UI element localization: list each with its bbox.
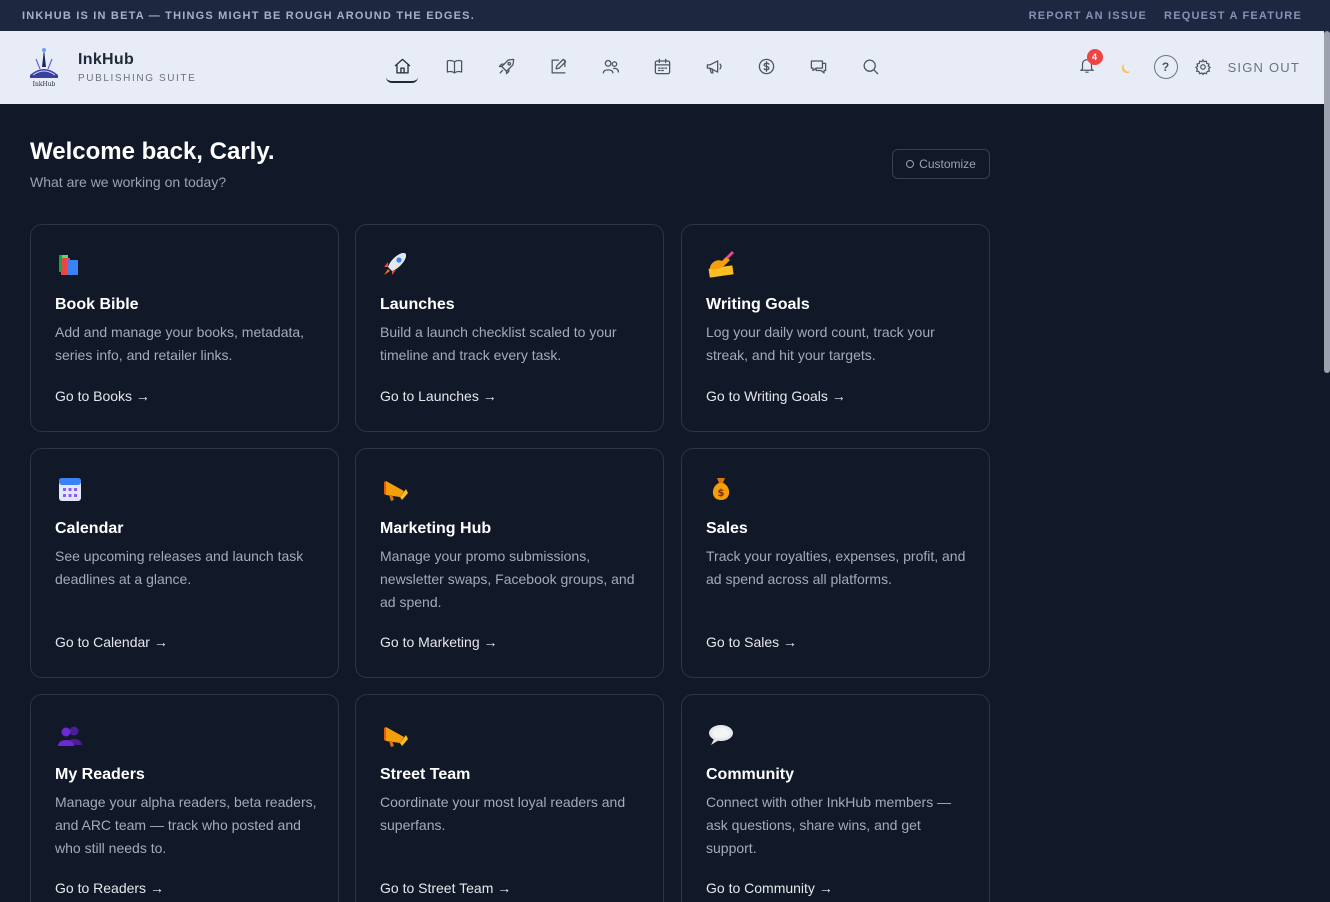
- card-link[interactable]: Go to Books →: [55, 388, 150, 404]
- writing-hand-icon: [708, 251, 734, 278]
- card-description: Add and manage your books, metadata, ser…: [55, 324, 305, 363]
- search-icon: [863, 59, 878, 74]
- card-title: My Readers: [55, 766, 145, 783]
- card-description: Coordinate your most loyal readers and s…: [380, 794, 626, 833]
- card-writing-goals[interactable]: Writing Goals Log your daily word count,…: [681, 224, 990, 432]
- money-bag-icon: $: [712, 478, 730, 500]
- nav-sales[interactable]: [750, 51, 782, 83]
- card-link[interactable]: Go to Community →: [706, 880, 833, 896]
- card-title: Book Bible: [55, 296, 139, 313]
- users-icon: [602, 59, 619, 73]
- gear-icon: [1194, 58, 1211, 76]
- nav-books[interactable]: [438, 51, 470, 83]
- theme-toggle[interactable]: [1118, 58, 1136, 76]
- nav-marketing[interactable]: [698, 51, 730, 83]
- calendar-icon: [59, 478, 81, 501]
- card-link[interactable]: Go to Calendar →: [55, 634, 168, 650]
- nav-launches[interactable]: [490, 51, 522, 83]
- svg-text:$: $: [718, 488, 725, 499]
- card-launches[interactable]: Launches Build a launch checklist scaled…: [355, 224, 664, 432]
- moon-icon: [1121, 64, 1130, 74]
- brand[interactable]: InkHub InkHub PUBLISHING SUITE: [24, 45, 196, 89]
- card-street-team[interactable]: Street Team Coordinate your most loyal r…: [355, 694, 664, 902]
- books-icon: [59, 255, 78, 275]
- nav-writing[interactable]: [542, 51, 574, 83]
- card-sales[interactable]: $ Sales Track your royalties, expenses, …: [681, 448, 990, 678]
- beta-links: REPORT AN ISSUE REQUEST A FEATURE: [1029, 10, 1302, 22]
- card-link[interactable]: Go to Launches →: [380, 388, 497, 404]
- nav-readers[interactable]: [594, 51, 626, 83]
- top-navigation: InkHub InkHub PUBLISHING SUITE 4 ? SIGN …: [0, 31, 1324, 104]
- card-title: Calendar: [55, 520, 124, 537]
- card-book-bible[interactable]: Book Bible Add and manage your books, me…: [30, 224, 339, 432]
- rocket-icon: [498, 58, 514, 74]
- card-title: Launches: [380, 296, 455, 313]
- request-feature-link[interactable]: REQUEST A FEATURE: [1164, 10, 1302, 22]
- megaphone-icon: [384, 481, 408, 501]
- card-title: Street Team: [380, 766, 471, 783]
- card-link[interactable]: Go to Sales →: [706, 634, 797, 650]
- scrollbar[interactable]: [1324, 31, 1330, 373]
- brand-text: InkHub PUBLISHING SUITE: [78, 51, 196, 84]
- brand-name: InkHub: [78, 50, 135, 68]
- pencil-icon: [551, 58, 566, 73]
- speech-balloon-icon: [709, 725, 733, 745]
- card-link[interactable]: Go to Marketing →: [380, 634, 498, 650]
- book-icon: [446, 59, 462, 73]
- card-title: Sales: [706, 520, 748, 537]
- beta-banner: INKHUB IS IN BETA — THINGS MIGHT BE ROUG…: [0, 0, 1330, 31]
- settings-button[interactable]: [1194, 58, 1212, 76]
- page-title: Welcome back, Carly.: [30, 138, 275, 165]
- card-description: Connect with other InkHub members — ask …: [706, 794, 952, 856]
- customize-label: Customize: [919, 157, 976, 171]
- main-nav: [386, 51, 906, 83]
- home-icon: [394, 58, 410, 73]
- calendar-icon: [654, 58, 670, 74]
- card-description: Log your daily word count, track your st…: [706, 324, 935, 363]
- inkhub-logo: InkHub: [24, 45, 64, 89]
- card-description: Track your royalties, expenses, profit, …: [706, 548, 966, 587]
- nav-home[interactable]: [386, 51, 418, 83]
- nav-search[interactable]: [854, 51, 886, 83]
- card-description: Manage your promo submissions, newslette…: [380, 548, 635, 610]
- card-calendar[interactable]: Calendar See upcoming releases and launc…: [30, 448, 339, 678]
- notification-count-badge: 4: [1086, 49, 1103, 65]
- card-description: Build a launch checklist scaled to your …: [380, 324, 617, 363]
- card-title: Marketing Hub: [380, 520, 492, 537]
- card-description: See upcoming releases and launch task de…: [55, 548, 304, 587]
- megaphone-icon: [384, 727, 408, 747]
- sign-out-link[interactable]: SIGN OUT: [1228, 60, 1300, 75]
- card-marketing-hub[interactable]: Marketing Hub Manage your promo submissi…: [355, 448, 664, 678]
- card-title: Writing Goals: [706, 296, 810, 313]
- megaphone-icon: [706, 59, 722, 73]
- card-link[interactable]: Go to Readers →: [55, 880, 164, 896]
- people-icon: [58, 726, 82, 746]
- report-issue-link[interactable]: REPORT AN ISSUE: [1029, 10, 1147, 22]
- card-link[interactable]: Go to Writing Goals →: [706, 388, 846, 404]
- nav-calendar[interactable]: [646, 51, 678, 83]
- customize-button[interactable]: Customize: [892, 149, 990, 179]
- nav-community[interactable]: [802, 51, 834, 83]
- logo-wordmark: InkHub: [33, 81, 56, 88]
- notifications-button[interactable]: 4: [1078, 49, 1103, 78]
- page-subtitle: What are we working on today?: [30, 174, 227, 190]
- help-button[interactable]: ?: [1153, 55, 1178, 79]
- chat-icon: [810, 59, 826, 73]
- card-my-readers[interactable]: My Readers Manage your alpha readers, be…: [30, 694, 339, 902]
- card-link[interactable]: Go to Street Team →: [380, 880, 511, 896]
- card-community[interactable]: Community Connect with other InkHub memb…: [681, 694, 990, 902]
- brand-subtitle: PUBLISHING SUITE: [78, 72, 197, 84]
- rocket-icon: [384, 253, 406, 275]
- header-tools: 4 ? SIGN OUT: [1078, 49, 1300, 83]
- card-description: Manage your alpha readers, beta readers,…: [55, 794, 317, 856]
- card-title: Community: [706, 766, 794, 783]
- customize-icon: [906, 160, 915, 168]
- beta-banner-text: INKHUB IS IN BETA — THINGS MIGHT BE ROUG…: [22, 9, 475, 22]
- dollar-icon: [758, 58, 774, 74]
